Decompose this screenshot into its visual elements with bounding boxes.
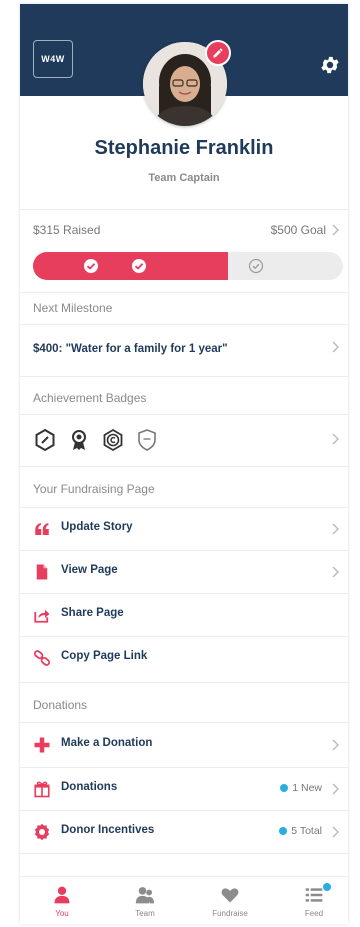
copy-page-link-row[interactable]: Copy Page Link [20, 637, 348, 679]
notification-dot [280, 784, 289, 792]
raised-amount: $315 Raised [33, 223, 101, 237]
donations-status: 1 New [280, 782, 322, 794]
shield-badge-icon [138, 429, 156, 451]
copyright-badge-icon [103, 428, 123, 452]
goal-amount[interactable]: $500 Goal [271, 223, 326, 237]
next-milestone-heading: Next Milestone [33, 301, 113, 315]
milestone-complete-icon [132, 259, 146, 273]
chevron-right-icon [332, 523, 339, 535]
milestone-pending-icon [248, 258, 264, 274]
make-donation-label: Make a Donation [61, 737, 153, 749]
donations-label: Donations [61, 781, 118, 793]
donations-heading: Donations [33, 698, 88, 712]
document-icon [36, 564, 48, 580]
tab-you[interactable]: You [32, 877, 92, 924]
share-page-label: Share Page [61, 607, 124, 619]
donations-row[interactable]: Donations 1 New [20, 768, 348, 810]
make-donation-row[interactable]: Make a Donation [20, 724, 348, 766]
donor-incentives-status: 5 Total [279, 825, 322, 837]
app-screen: W4W Stephanie Franklin Team Captain $315 [20, 4, 348, 924]
profile-role: Team Captain [148, 172, 220, 184]
milestone-complete-icon [84, 259, 98, 273]
view-page-label: View Page [61, 564, 118, 576]
gear-badge-icon [34, 823, 50, 841]
link-icon [33, 650, 51, 666]
app-logo: W4W [33, 40, 73, 78]
divider [20, 853, 348, 854]
gift-icon [34, 781, 50, 798]
hexagon-badge-icon [35, 428, 55, 452]
fundraising-progress-bar [33, 252, 343, 280]
team-icon [135, 887, 155, 904]
achievement-badges [33, 427, 159, 453]
share-icon [34, 609, 50, 623]
tab-you-label: You [55, 909, 69, 918]
donations-status-text: 1 New [292, 782, 322, 794]
ribbon-badge-icon [72, 430, 86, 450]
update-story-row[interactable]: Update Story [20, 508, 348, 550]
divider [20, 292, 348, 293]
tab-fundraise[interactable]: Fundraise [200, 877, 260, 924]
tab-feed[interactable]: Feed [284, 877, 344, 924]
fundraising-page-heading: Your Fundraising Page [33, 482, 155, 496]
donor-incentives-label: Donor Incentives [61, 824, 155, 836]
copy-page-link-label: Copy Page Link [61, 650, 148, 662]
settings-gear-icon[interactable] [319, 54, 341, 76]
donor-incentives-row[interactable]: Donor Incentives 5 Total [20, 811, 348, 853]
plus-icon [34, 737, 50, 753]
pencil-icon [213, 48, 223, 58]
chevron-right-icon [332, 341, 339, 353]
chevron-right-icon [332, 783, 339, 795]
feed-notification-dot [322, 882, 332, 892]
divider [20, 722, 348, 723]
notification-dot [279, 827, 288, 835]
chevron-right-icon [332, 739, 339, 751]
tab-team[interactable]: Team [115, 877, 175, 924]
share-page-row[interactable]: Share Page [20, 594, 348, 636]
divider [20, 682, 348, 683]
view-page-row[interactable]: View Page [20, 551, 348, 593]
quote-icon [35, 523, 49, 535]
person-icon [54, 886, 70, 904]
tab-fundraise-label: Fundraise [212, 909, 248, 918]
edit-profile-button[interactable] [205, 40, 231, 66]
divider [20, 324, 348, 325]
achievement-badges-heading: Achievement Badges [33, 391, 147, 405]
update-story-label: Update Story [61, 521, 133, 533]
divider [20, 466, 348, 467]
tab-feed-label: Feed [304, 909, 324, 918]
heart-icon [221, 888, 239, 903]
divider [20, 414, 348, 415]
chevron-right-icon [332, 433, 339, 445]
chevron-right-icon [332, 566, 339, 578]
profile-avatar-wrap [143, 40, 231, 126]
profile-name: Stephanie Franklin [94, 137, 274, 159]
donor-incentives-status-text: 5 Total [291, 825, 322, 837]
next-milestone-text: $400: "Water for a family for 1 year" [33, 343, 228, 355]
divider [20, 376, 348, 377]
divider [20, 209, 348, 210]
feed-icon [305, 888, 323, 902]
tab-team-label: Team [135, 909, 155, 918]
bottom-tab-bar: You Team Fundraise Feed [20, 876, 348, 924]
chevron-right-icon [332, 224, 339, 236]
chevron-right-icon [332, 826, 339, 838]
